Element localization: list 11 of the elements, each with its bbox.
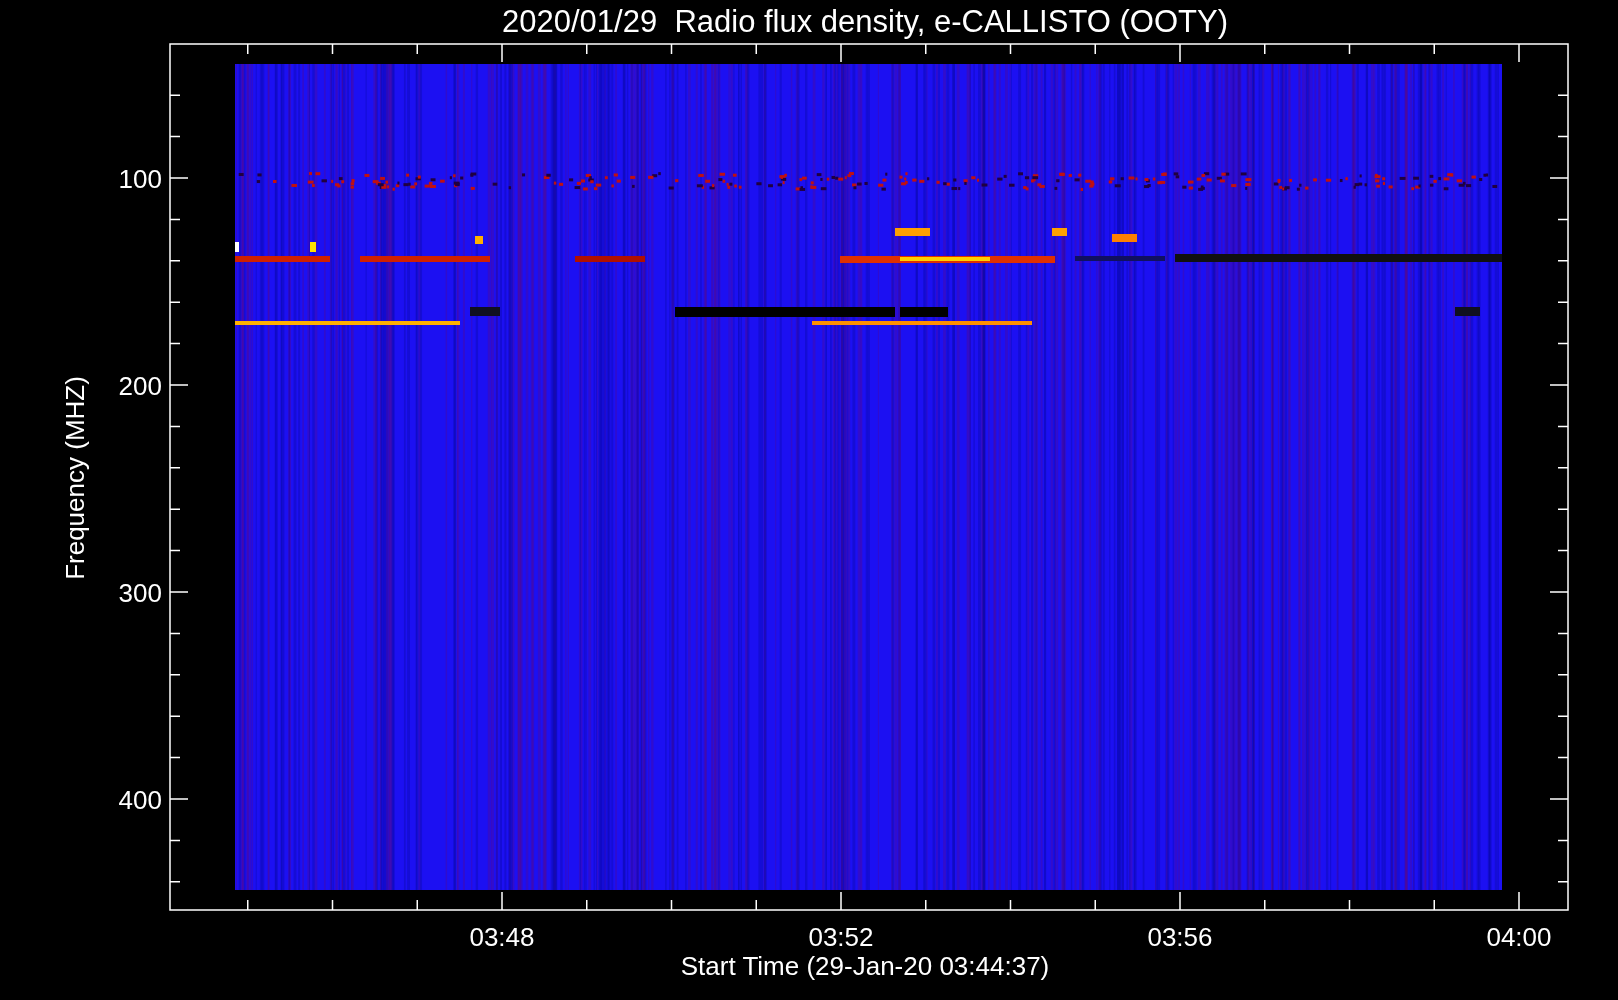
- axis-label: Start Time (29-Jan-20 03:44:37): [680, 951, 1050, 981]
- tick-label: 03:56: [1147, 922, 1213, 952]
- tick-label: 04:00: [1486, 922, 1552, 952]
- tick-label: 200: [118, 371, 162, 401]
- tick-label: 100: [118, 164, 162, 194]
- tick-label: 03:48: [469, 922, 535, 952]
- axis-label: Frequency (MHZ): [60, 376, 90, 580]
- tick-label: 03:52: [808, 922, 874, 952]
- tick-label: 300: [118, 578, 162, 608]
- plot-title: 2020/01/29 Radio flux density, e-CALLISTO (OOTY): [502, 4, 1228, 39]
- tick-label: 400: [118, 785, 162, 815]
